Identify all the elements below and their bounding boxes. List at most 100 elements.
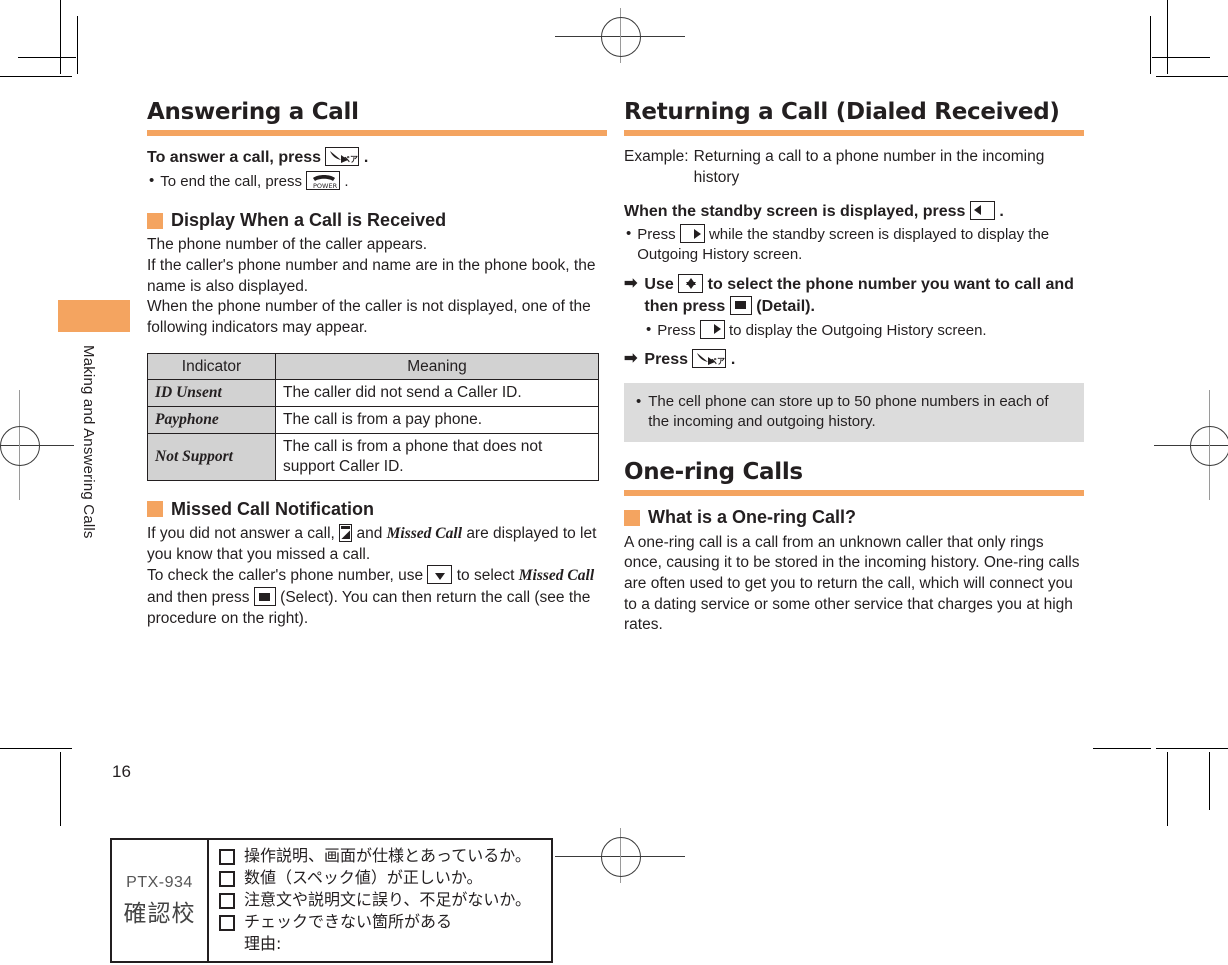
orange-square-icon bbox=[624, 510, 640, 527]
indicator-meaning: The call is from a phone that does not s… bbox=[275, 433, 599, 481]
step-3-suffix: . bbox=[730, 351, 736, 369]
subsection-display-when-call-received: Display When a Call is Received bbox=[147, 210, 607, 232]
step-3: ➡ Press ペア . bbox=[624, 349, 1084, 371]
step-2: ➡ Use to select the phone number you wan… bbox=[624, 273, 1084, 318]
missed-call-label: Missed Call bbox=[518, 567, 595, 585]
checkbox-icon[interactable] bbox=[219, 915, 235, 931]
svg-text:POWER: POWER bbox=[313, 182, 338, 189]
subsection-missed-call-notification: Missed Call Notification bbox=[147, 499, 607, 521]
orange-square-icon bbox=[147, 501, 163, 518]
checkbox-icon[interactable] bbox=[219, 871, 235, 887]
step-2-bullet-body: Press to display the Outgoing History sc… bbox=[657, 319, 987, 341]
subsection-heading-text: What is a One-ring Call? bbox=[648, 507, 857, 528]
power-key-icon: POWER bbox=[306, 171, 341, 191]
chapter-side-label: Making and Answering Calls bbox=[80, 345, 97, 539]
section-heading-one-ring: One-ring Calls bbox=[624, 458, 1084, 497]
step-2-middle: to select the phone number you want to c… bbox=[644, 275, 1074, 315]
lead-instruction-text: To answer a call, press bbox=[147, 149, 322, 167]
heading-rule bbox=[147, 130, 607, 137]
lead-bullet-text: To end the call, press bbox=[160, 173, 303, 191]
registration-mark-right bbox=[1154, 390, 1228, 500]
orange-square-icon bbox=[147, 212, 163, 229]
step-1-period: . bbox=[999, 202, 1004, 220]
center-select-key-icon bbox=[253, 587, 276, 607]
indicator-meaning: The call is from a pay phone. bbox=[275, 406, 599, 435]
proof-code: PTX-934 bbox=[126, 873, 193, 891]
proof-item[interactable]: 操作説明、画面が仕様とあっているか。 bbox=[219, 846, 543, 866]
table-row: ID Unsent The caller did not send a Call… bbox=[147, 379, 599, 408]
proof-item-label: チェックできない箇所がある bbox=[244, 912, 453, 931]
indicator-name: Not Support bbox=[147, 433, 276, 481]
section-title: Returning a Call (Dialed Received) bbox=[624, 99, 1060, 125]
proof-identity: PTX-934 確認校 bbox=[112, 840, 209, 961]
indicator-name: Payphone bbox=[147, 406, 276, 435]
proof-item-label: 数値（スペック値）が正しいか。 bbox=[244, 868, 483, 887]
table-row: Not Support The call is from a phone tha… bbox=[147, 433, 599, 481]
page-number: 16 bbox=[112, 762, 131, 781]
left-column: Answering a Call To answer a call, press… bbox=[147, 99, 607, 629]
proof-item-label: 操作説明、画面が仕様とあっているか。 bbox=[244, 846, 531, 865]
proof-item[interactable]: チェックできない箇所がある bbox=[219, 912, 543, 932]
section-title: One-ring Calls bbox=[624, 458, 803, 485]
lead-bullet-period: . bbox=[344, 173, 349, 191]
right-arrow-key-icon bbox=[679, 224, 705, 244]
center-select-key-icon bbox=[729, 295, 752, 315]
checkbox-icon[interactable] bbox=[219, 893, 235, 909]
table-header-meaning: Meaning bbox=[275, 352, 599, 381]
arrow-right-icon: ➡ bbox=[624, 350, 638, 368]
proof-checklist: 操作説明、画面が仕様とあっているか。 数値（スペック値）が正しいか。 注意文や説… bbox=[209, 840, 551, 961]
missed-call-text-a: If you did not answer a call, bbox=[147, 525, 335, 543]
proof-reason-label: 理由: bbox=[244, 934, 282, 953]
proof-item[interactable]: 注意文や説明文に誤り、不足がないか。 bbox=[219, 890, 543, 910]
proof-stage: 確認校 bbox=[123, 900, 196, 927]
section-heading-answering: Answering a Call bbox=[147, 99, 607, 137]
step-1-bullet-body: Press while the standby screen is displa… bbox=[637, 224, 1084, 265]
bullet-dot: • bbox=[646, 320, 652, 338]
indicator-name: ID Unsent bbox=[147, 379, 276, 408]
proof-item[interactable]: 数値（スペック値）が正しいか。 bbox=[219, 868, 543, 888]
heading-rule bbox=[624, 130, 1084, 137]
manual-page: Making and Answering Calls Answering a C… bbox=[0, 0, 1228, 965]
bullet-dot: • bbox=[149, 172, 155, 190]
missed-call-text-g: and then press bbox=[147, 589, 250, 607]
display-para-2: If the caller's phone number and name ar… bbox=[147, 257, 596, 295]
missed-call-text-f: to select bbox=[456, 567, 515, 585]
bullet-dot: • bbox=[636, 393, 642, 411]
display-para-1: The phone number of the caller appears. bbox=[147, 236, 428, 254]
step-1-heading: When the standby screen is displayed, pr… bbox=[624, 200, 1084, 223]
step-3-body: Press ペア . bbox=[644, 349, 735, 371]
step-2-bullet-prefix: Press bbox=[657, 321, 696, 339]
step-2-suffix: (Detail). bbox=[756, 297, 815, 315]
checkbox-icon[interactable] bbox=[219, 849, 235, 865]
chapter-tab-marker bbox=[58, 300, 130, 332]
step-2-bullet: • Press to display the Outgoing History … bbox=[646, 319, 1084, 341]
example-line: Example: Returning a call to a phone num… bbox=[624, 147, 1084, 188]
right-column: Returning a Call (Dialed Received) Examp… bbox=[624, 99, 1084, 636]
step-1-text: When the standby screen is displayed, pr… bbox=[624, 202, 966, 220]
note-text: The cell phone can store up to 50 phone … bbox=[648, 393, 1049, 431]
one-ring-paragraph: A one-ring call is a call from an unknow… bbox=[624, 533, 1080, 634]
subsection-heading-text: Display When a Call is Received bbox=[171, 209, 447, 230]
call-key-icon: ペア bbox=[692, 349, 727, 369]
note-box: • The cell phone can store up to 50 phon… bbox=[624, 383, 1084, 442]
section-title: Answering a Call bbox=[147, 99, 359, 125]
subsection-what-is-one-ring: What is a One-ring Call? bbox=[624, 507, 1084, 529]
missed-call-indicator-icon bbox=[339, 524, 353, 543]
registration-mark-bottom bbox=[555, 828, 685, 883]
lead-bullet-body: To end the call, press POWER . bbox=[160, 171, 349, 192]
table-header-row: Indicator Meaning bbox=[147, 352, 599, 381]
step-2-prefix: Use bbox=[644, 275, 674, 293]
proof-check-box: PTX-934 確認校 操作説明、画面が仕様とあっているか。 数値（スペック値）… bbox=[110, 838, 553, 963]
missed-call-text-b: and bbox=[356, 525, 383, 543]
svg-text:ペア: ペア bbox=[342, 155, 358, 164]
subsection-heading-text: Missed Call Notification bbox=[171, 498, 375, 519]
step-1-bullet: • Press while the standby screen is disp… bbox=[626, 224, 1084, 265]
table-row: Payphone The call is from a pay phone. bbox=[147, 406, 599, 435]
proof-item-label: 注意文や説明文に誤り、不足がないか。 bbox=[244, 890, 532, 909]
registration-mark-left bbox=[0, 390, 74, 500]
missed-call-label: Missed Call bbox=[386, 525, 462, 543]
right-arrow-key-icon bbox=[699, 319, 725, 339]
table-header-indicator: Indicator bbox=[147, 352, 276, 381]
bullet-dot: • bbox=[626, 225, 632, 243]
example-label: Example: bbox=[624, 148, 689, 166]
